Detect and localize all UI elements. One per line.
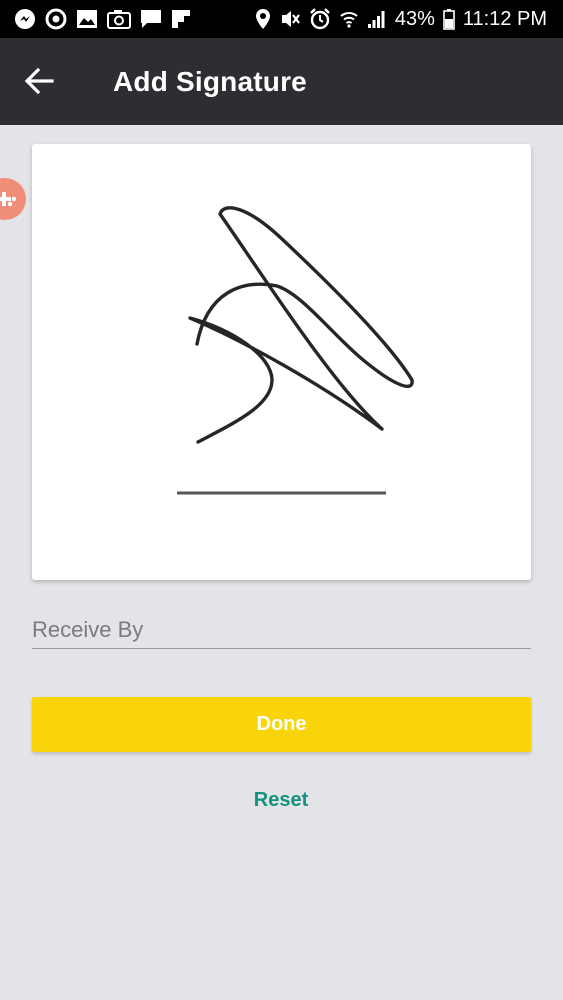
- reset-button[interactable]: Reset: [181, 780, 381, 820]
- wifi-icon: [340, 12, 358, 28]
- app-bar: Add Signature: [0, 38, 563, 125]
- signature-drawing: [177, 206, 414, 495]
- status-time: 11:12 PM: [462, 8, 547, 30]
- status-right-icons: 43% 11:12 PM: [255, 6, 547, 32]
- flipboard-icon: [172, 10, 190, 28]
- sync-icon: [45, 8, 67, 30]
- done-button[interactable]: Done: [32, 697, 531, 752]
- battery-icon: [443, 9, 455, 30]
- signal-icon: [367, 11, 385, 28]
- messenger-icon: [15, 9, 35, 29]
- camera-icon: [107, 10, 131, 29]
- message-icon: [141, 10, 161, 28]
- status-bar: 43% 11:12 PM: [0, 0, 563, 38]
- alarm-icon: [309, 8, 330, 30]
- status-left-icons: [14, 7, 191, 31]
- back-button[interactable]: [18, 60, 60, 102]
- signature-stroke: [188, 206, 414, 444]
- receive-by-input[interactable]: [32, 612, 531, 649]
- gallery-icon: [77, 10, 97, 28]
- signature-pad[interactable]: [32, 144, 531, 580]
- battery-percentage: 43%: [394, 8, 435, 30]
- location-icon: [255, 9, 270, 29]
- gamepad-icon: [0, 192, 17, 207]
- page-title: Add Signature: [113, 66, 307, 97]
- vibrate-mute-icon: [281, 11, 300, 27]
- arrow-left-icon: [24, 67, 54, 95]
- floating-assistant-bubble[interactable]: [0, 178, 26, 220]
